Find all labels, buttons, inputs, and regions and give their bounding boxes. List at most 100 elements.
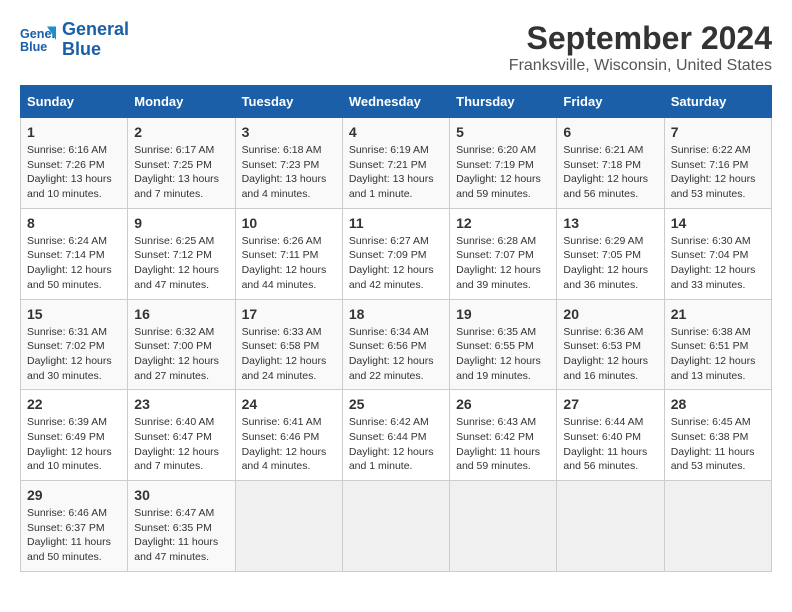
day-number: 16 — [134, 306, 228, 322]
calendar-cell: 3Sunrise: 6:18 AM Sunset: 7:23 PM Daylig… — [235, 118, 342, 209]
day-number: 25 — [349, 396, 443, 412]
day-info: Sunrise: 6:41 AM Sunset: 6:46 PM Dayligh… — [242, 415, 336, 474]
day-number: 14 — [671, 215, 765, 231]
header-saturday: Saturday — [664, 86, 771, 118]
day-info: Sunrise: 6:40 AM Sunset: 6:47 PM Dayligh… — [134, 415, 228, 474]
header-wednesday: Wednesday — [342, 86, 449, 118]
day-number: 24 — [242, 396, 336, 412]
day-number: 9 — [134, 215, 228, 231]
logo-line2: Blue — [62, 39, 101, 59]
page-title: September 2024 — [509, 20, 772, 57]
logo: General Blue General Blue — [20, 20, 129, 60]
day-number: 23 — [134, 396, 228, 412]
day-number: 26 — [456, 396, 550, 412]
calendar-cell — [342, 481, 449, 572]
calendar-cell — [557, 481, 664, 572]
calendar-cell: 30 Sunrise: 6:47 AM Sunset: 6:35 PM Dayli… — [128, 481, 235, 572]
header-thursday: Thursday — [450, 86, 557, 118]
day-number: 29 — [27, 487, 121, 503]
day-number: 17 — [242, 306, 336, 322]
day-info: Sunrise: 6:35 AM Sunset: 6:55 PM Dayligh… — [456, 325, 550, 384]
week-row-2: 8 Sunrise: 6:24 AM Sunset: 7:14 PM Daylig… — [21, 208, 772, 299]
day-info: Sunrise: 6:27 AM Sunset: 7:09 PM Dayligh… — [349, 234, 443, 293]
day-number: 30 — [134, 487, 228, 503]
day-info: Sunrise: 6:22 AM Sunset: 7:16 PM Dayligh… — [671, 143, 765, 202]
day-number: 1 — [27, 124, 121, 140]
page-header: General Blue General Blue September 2024… — [20, 20, 772, 75]
svg-text:Blue: Blue — [20, 40, 47, 54]
day-info: Sunrise: 6:47 AM Sunset: 6:35 PM Dayligh… — [134, 506, 228, 565]
calendar-cell: 29 Sunrise: 6:46 AM Sunset: 6:37 PM Dayli… — [21, 481, 128, 572]
day-info: Sunrise: 6:36 AM Sunset: 6:53 PM Dayligh… — [563, 325, 657, 384]
calendar-header-row: SundayMondayTuesdayWednesdayThursdayFrid… — [21, 86, 772, 118]
day-number: 5 — [456, 124, 550, 140]
week-row-1: 1 Sunrise: 6:16 AM Sunset: 7:26 PM Daylig… — [21, 118, 772, 209]
calendar-cell: 28Sunrise: 6:45 AM Sunset: 6:38 PM Dayli… — [664, 390, 771, 481]
day-info: Sunrise: 6:21 AM Sunset: 7:18 PM Dayligh… — [563, 143, 657, 202]
day-number: 2 — [134, 124, 228, 140]
calendar-cell: 12 Sunrise: 6:28 AM Sunset: 7:07 PM Dayli… — [450, 208, 557, 299]
day-info: Sunrise: 6:44 AM Sunset: 6:40 PM Dayligh… — [563, 415, 657, 474]
calendar-cell — [235, 481, 342, 572]
calendar-cell — [664, 481, 771, 572]
calendar-cell: 4 Sunrise: 6:19 AM Sunset: 7:21 PM Daylig… — [342, 118, 449, 209]
day-info: Sunrise: 6:31 AM Sunset: 7:02 PM Dayligh… — [27, 325, 121, 384]
day-info: Sunrise: 6:17 AM Sunset: 7:25 PM Dayligh… — [134, 143, 228, 202]
logo-icon: General Blue — [20, 22, 56, 58]
day-info: Sunrise: 6:16 AM Sunset: 7:26 PM Dayligh… — [27, 143, 121, 202]
header-tuesday: Tuesday — [235, 86, 342, 118]
day-number: 28 — [671, 396, 765, 412]
day-info: Sunrise: 6:30 AM Sunset: 7:04 PM Dayligh… — [671, 234, 765, 293]
day-info: Sunrise: 6:46 AM Sunset: 6:37 PM Dayligh… — [27, 506, 121, 565]
day-info: Sunrise: 6:43 AM Sunset: 6:42 PM Dayligh… — [456, 415, 550, 474]
day-number: 21 — [671, 306, 765, 322]
day-number: 19 — [456, 306, 550, 322]
day-info: Sunrise: 6:42 AM Sunset: 6:44 PM Dayligh… — [349, 415, 443, 474]
day-info: Sunrise: 6:24 AM Sunset: 7:14 PM Dayligh… — [27, 234, 121, 293]
calendar-cell: 23 Sunrise: 6:40 AM Sunset: 6:47 PM Dayli… — [128, 390, 235, 481]
day-info: Sunrise: 6:26 AM Sunset: 7:11 PM Dayligh… — [242, 234, 336, 293]
day-number: 22 — [27, 396, 121, 412]
day-info: Sunrise: 6:29 AM Sunset: 7:05 PM Dayligh… — [563, 234, 657, 293]
day-info: Sunrise: 6:33 AM Sunset: 6:58 PM Dayligh… — [242, 325, 336, 384]
day-info: Sunrise: 6:18 AM Sunset: 7:23 PM Dayligh… — [242, 143, 336, 202]
title-block: September 2024 Franksville, Wisconsin, U… — [509, 20, 772, 75]
day-info: Sunrise: 6:34 AM Sunset: 6:56 PM Dayligh… — [349, 325, 443, 384]
day-info: Sunrise: 6:28 AM Sunset: 7:07 PM Dayligh… — [456, 234, 550, 293]
calendar-cell: 6 Sunrise: 6:21 AM Sunset: 7:18 PM Daylig… — [557, 118, 664, 209]
day-info: Sunrise: 6:25 AM Sunset: 7:12 PM Dayligh… — [134, 234, 228, 293]
calendar-cell: 14 Sunrise: 6:30 AM Sunset: 7:04 PM Dayli… — [664, 208, 771, 299]
day-info: Sunrise: 6:19 AM Sunset: 7:21 PM Dayligh… — [349, 143, 443, 202]
day-number: 13 — [563, 215, 657, 231]
day-number: 4 — [349, 124, 443, 140]
calendar-cell: 11 Sunrise: 6:27 AM Sunset: 7:09 PM Dayli… — [342, 208, 449, 299]
day-info: Sunrise: 6:38 AM Sunset: 6:51 PM Dayligh… — [671, 325, 765, 384]
calendar-cell: 2 Sunrise: 6:17 AM Sunset: 7:25 PM Daylig… — [128, 118, 235, 209]
day-number: 8 — [27, 215, 121, 231]
day-info: Sunrise: 6:20 AM Sunset: 7:19 PM Dayligh… — [456, 143, 550, 202]
day-number: 15 — [27, 306, 121, 322]
calendar-cell: 18Sunrise: 6:34 AM Sunset: 6:56 PM Dayli… — [342, 299, 449, 390]
calendar-cell: 22Sunrise: 6:39 AM Sunset: 6:49 PM Dayli… — [21, 390, 128, 481]
calendar-cell: 17 Sunrise: 6:33 AM Sunset: 6:58 PM Dayli… — [235, 299, 342, 390]
day-number: 20 — [563, 306, 657, 322]
week-row-4: 22Sunrise: 6:39 AM Sunset: 6:49 PM Dayli… — [21, 390, 772, 481]
calendar-cell: 9 Sunrise: 6:25 AM Sunset: 7:12 PM Daylig… — [128, 208, 235, 299]
calendar-cell: 25 Sunrise: 6:42 AM Sunset: 6:44 PM Dayli… — [342, 390, 449, 481]
calendar-cell: 26 Sunrise: 6:43 AM Sunset: 6:42 PM Dayli… — [450, 390, 557, 481]
day-number: 11 — [349, 215, 443, 231]
header-friday: Friday — [557, 86, 664, 118]
calendar-cell: 10Sunrise: 6:26 AM Sunset: 7:11 PM Dayli… — [235, 208, 342, 299]
day-number: 6 — [563, 124, 657, 140]
calendar-cell: 20 Sunrise: 6:36 AM Sunset: 6:53 PM Dayli… — [557, 299, 664, 390]
header-sunday: Sunday — [21, 86, 128, 118]
calendar-cell: 24 Sunrise: 6:41 AM Sunset: 6:46 PM Dayli… — [235, 390, 342, 481]
calendar-table: SundayMondayTuesdayWednesdayThursdayFrid… — [20, 85, 772, 572]
calendar-cell: 5 Sunrise: 6:20 AM Sunset: 7:19 PM Daylig… — [450, 118, 557, 209]
calendar-cell: 13 Sunrise: 6:29 AM Sunset: 7:05 PM Dayli… — [557, 208, 664, 299]
calendar-cell: 21 Sunrise: 6:38 AM Sunset: 6:51 PM Dayli… — [664, 299, 771, 390]
day-number: 12 — [456, 215, 550, 231]
calendar-cell: 19 Sunrise: 6:35 AM Sunset: 6:55 PM Dayli… — [450, 299, 557, 390]
calendar-cell: 27Sunrise: 6:44 AM Sunset: 6:40 PM Dayli… — [557, 390, 664, 481]
day-number: 7 — [671, 124, 765, 140]
